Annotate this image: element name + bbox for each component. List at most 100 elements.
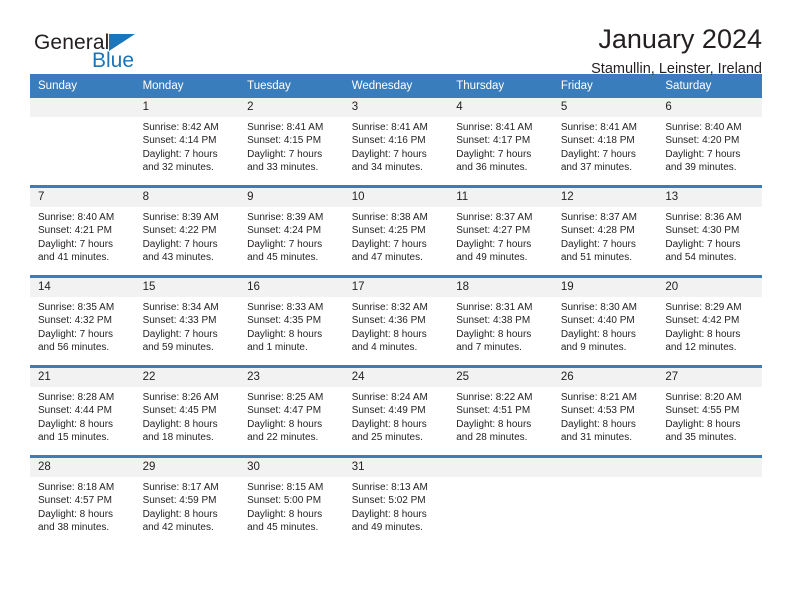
daylight-text: Daylight: 7 hours and 37 minutes. bbox=[560, 148, 636, 173]
brand-logo[interactable]: General Blue bbox=[30, 22, 205, 74]
day-sun-info: Sunrise: 8:26 AM Sunset: 4:45 PM Daylight:… bbox=[135, 387, 240, 450]
day-cell-inner: 26 Sunrise: 8:21 AM Sunset: 4:53 PM Dayligh… bbox=[552, 368, 658, 452]
weekday-header-wednesday: Wednesday bbox=[343, 74, 449, 98]
day-sun-info: Sunrise: 8:38 AM Sunset: 4:25 PM Daylight:… bbox=[344, 207, 449, 270]
day-number: 29 bbox=[134, 458, 240, 477]
day-sun-info: Sunrise: 8:13 AM Sunset: 5:02 PM Daylight:… bbox=[344, 477, 449, 540]
day-sun-info: Sunrise: 8:29 AM Sunset: 4:42 PM Daylight:… bbox=[657, 297, 762, 360]
calendar-day-cell[interactable]: 26 Sunrise: 8:21 AM Sunset: 4:53 PM Dayligh… bbox=[552, 368, 658, 452]
daylight-text: Daylight: 8 hours and 7 minutes. bbox=[456, 328, 532, 353]
calendar-day-cell[interactable]: 5 Sunrise: 8:41 AM Sunset: 4:18 PM Daylight… bbox=[552, 98, 658, 182]
day-cell-inner: 28 Sunrise: 8:18 AM Sunset: 4:57 PM Dayligh… bbox=[30, 458, 135, 542]
day-sun-info: Sunrise: 8:18 AM Sunset: 4:57 PM Daylight:… bbox=[30, 477, 135, 540]
sunset-text: Sunset: 4:18 PM bbox=[560, 135, 635, 147]
calendar-day-cell[interactable]: 27 Sunrise: 8:20 AM Sunset: 4:55 PM Dayligh… bbox=[657, 368, 762, 452]
daylight-text: Daylight: 7 hours and 36 minutes. bbox=[456, 148, 532, 173]
page-subtitle: Stamullin, Leinster, Ireland bbox=[591, 61, 762, 78]
daylight-text: Daylight: 8 hours and 12 minutes. bbox=[665, 328, 741, 353]
calendar-page: General Blue January 2024 Stamullin, Lei… bbox=[0, 0, 792, 612]
sunrise-text: Sunrise: 8:40 AM bbox=[665, 122, 742, 133]
sunrise-text: Sunrise: 8:29 AM bbox=[665, 302, 742, 313]
day-sun-info: Sunrise: 8:42 AM Sunset: 4:14 PM Daylight:… bbox=[135, 117, 240, 180]
sunrise-text: Sunrise: 8:26 AM bbox=[142, 392, 219, 403]
calendar-week-row: 28 Sunrise: 8:18 AM Sunset: 4:57 PM Dayligh… bbox=[30, 458, 762, 542]
calendar-day-cell[interactable]: 30 Sunrise: 8:15 AM Sunset: 5:00 PM Dayligh… bbox=[239, 458, 344, 542]
day-number: 4 bbox=[448, 98, 553, 117]
calendar-day-cell[interactable]: 20 Sunrise: 8:29 AM Sunset: 4:42 PM Dayligh… bbox=[657, 278, 762, 362]
day-sun-info: Sunrise: 8:37 AM Sunset: 4:27 PM Daylight:… bbox=[448, 207, 553, 270]
sunset-text: Sunset: 4:59 PM bbox=[142, 495, 217, 507]
sunrise-text: Sunrise: 8:42 AM bbox=[142, 122, 219, 133]
day-cell-inner: 23 Sunrise: 8:25 AM Sunset: 4:47 PM Dayligh… bbox=[239, 368, 344, 452]
sunrise-text: Sunrise: 8:31 AM bbox=[456, 302, 533, 313]
day-cell-inner: 20 Sunrise: 8:29 AM Sunset: 4:42 PM Dayligh… bbox=[657, 278, 762, 362]
calendar-day-cell[interactable]: 8 Sunrise: 8:39 AM Sunset: 4:22 PM Daylight… bbox=[134, 188, 240, 272]
calendar-day-cell[interactable]: 6 Sunrise: 8:40 AM Sunset: 4:20 PM Daylight… bbox=[657, 98, 762, 182]
calendar-day-cell[interactable]: 9 Sunrise: 8:39 AM Sunset: 4:24 PM Daylight… bbox=[239, 188, 344, 272]
day-cell-inner: 29 Sunrise: 8:17 AM Sunset: 4:59 PM Dayligh… bbox=[134, 458, 240, 542]
day-cell-inner: 15 Sunrise: 8:34 AM Sunset: 4:33 PM Dayligh… bbox=[134, 278, 240, 362]
day-number: 23 bbox=[239, 368, 344, 387]
sunrise-text: Sunrise: 8:32 AM bbox=[351, 302, 428, 313]
calendar-day-cell[interactable]: 3 Sunrise: 8:41 AM Sunset: 4:16 PM Daylight… bbox=[343, 98, 449, 182]
calendar-day-cell[interactable]: 2 Sunrise: 8:41 AM Sunset: 4:15 PM Daylight… bbox=[239, 98, 344, 182]
calendar-day-cell[interactable]: 22 Sunrise: 8:26 AM Sunset: 4:45 PM Dayligh… bbox=[134, 368, 240, 452]
calendar-day-cell[interactable]: 24 Sunrise: 8:24 AM Sunset: 4:49 PM Dayligh… bbox=[343, 368, 449, 452]
daylight-text: Daylight: 7 hours and 34 minutes. bbox=[351, 148, 427, 173]
day-sun-info bbox=[657, 477, 762, 487]
day-sun-info: Sunrise: 8:33 AM Sunset: 4:35 PM Daylight:… bbox=[239, 297, 344, 360]
sunrise-text: Sunrise: 8:41 AM bbox=[247, 122, 324, 133]
day-number bbox=[552, 458, 658, 477]
day-number: 22 bbox=[134, 368, 240, 387]
calendar-day-cell[interactable]: 4 Sunrise: 8:41 AM Sunset: 4:17 PM Daylight… bbox=[448, 98, 553, 182]
sunset-text: Sunset: 4:57 PM bbox=[38, 495, 112, 507]
sunrise-text: Sunrise: 8:25 AM bbox=[247, 392, 324, 403]
day-number: 5 bbox=[552, 98, 658, 117]
calendar-day-cell[interactable]: 12 Sunrise: 8:37 AM Sunset: 4:28 PM Dayligh… bbox=[552, 188, 658, 272]
daylight-text: Daylight: 8 hours and 35 minutes. bbox=[665, 418, 741, 443]
day-number: 7 bbox=[30, 188, 135, 207]
day-sun-info: Sunrise: 8:40 AM Sunset: 4:21 PM Daylight:… bbox=[30, 207, 135, 270]
day-cell-inner: 6 Sunrise: 8:40 AM Sunset: 4:20 PM Daylight… bbox=[657, 98, 762, 182]
day-cell-inner: 1 Sunrise: 8:42 AM Sunset: 4:14 PM Daylight… bbox=[134, 98, 240, 182]
calendar-day-cell[interactable]: 29 Sunrise: 8:17 AM Sunset: 4:59 PM Dayligh… bbox=[134, 458, 240, 542]
sunset-text: Sunset: 4:51 PM bbox=[456, 405, 531, 417]
sunrise-text: Sunrise: 8:33 AM bbox=[247, 302, 324, 313]
calendar-day-cell[interactable]: 16 Sunrise: 8:33 AM Sunset: 4:35 PM Dayligh… bbox=[239, 278, 344, 362]
day-sun-info: Sunrise: 8:36 AM Sunset: 4:30 PM Daylight:… bbox=[657, 207, 762, 270]
calendar-day-cell[interactable]: 28 Sunrise: 8:18 AM Sunset: 4:57 PM Dayligh… bbox=[30, 458, 135, 542]
daylight-text: Daylight: 7 hours and 49 minutes. bbox=[456, 238, 532, 263]
day-cell-inner: 22 Sunrise: 8:26 AM Sunset: 4:45 PM Dayligh… bbox=[134, 368, 240, 452]
calendar-day-cell[interactable]: 14 Sunrise: 8:35 AM Sunset: 4:32 PM Dayligh… bbox=[30, 278, 135, 362]
sunset-text: Sunset: 4:45 PM bbox=[142, 405, 217, 417]
calendar-week-row: 14 Sunrise: 8:35 AM Sunset: 4:32 PM Dayligh… bbox=[30, 278, 762, 362]
day-sun-info bbox=[30, 117, 135, 127]
calendar-day-cell[interactable]: 17 Sunrise: 8:32 AM Sunset: 4:36 PM Dayligh… bbox=[343, 278, 449, 362]
calendar-day-cell[interactable]: 18 Sunrise: 8:31 AM Sunset: 4:38 PM Dayligh… bbox=[448, 278, 553, 362]
calendar-day-cell[interactable]: 11 Sunrise: 8:37 AM Sunset: 4:27 PM Dayligh… bbox=[448, 188, 553, 272]
calendar-day-cell[interactable]: 25 Sunrise: 8:22 AM Sunset: 4:51 PM Dayligh… bbox=[448, 368, 553, 452]
sunset-text: Sunset: 4:53 PM bbox=[560, 405, 635, 417]
calendar-day-cell[interactable]: 15 Sunrise: 8:34 AM Sunset: 4:33 PM Dayligh… bbox=[134, 278, 240, 362]
daylight-text: Daylight: 8 hours and 31 minutes. bbox=[560, 418, 636, 443]
daylight-text: Daylight: 8 hours and 22 minutes. bbox=[247, 418, 323, 443]
calendar-day-cell[interactable]: 19 Sunrise: 8:30 AM Sunset: 4:40 PM Dayligh… bbox=[552, 278, 658, 362]
calendar-day-cell[interactable]: 13 Sunrise: 8:36 AM Sunset: 4:30 PM Dayligh… bbox=[657, 188, 762, 272]
calendar-day-cell[interactable]: 31 Sunrise: 8:13 AM Sunset: 5:02 PM Dayligh… bbox=[343, 458, 449, 542]
sunrise-text: Sunrise: 8:22 AM bbox=[456, 392, 533, 403]
calendar-day-cell[interactable]: 23 Sunrise: 8:25 AM Sunset: 4:47 PM Dayligh… bbox=[239, 368, 344, 452]
day-sun-info: Sunrise: 8:15 AM Sunset: 5:00 PM Daylight:… bbox=[239, 477, 344, 540]
day-cell-inner: 9 Sunrise: 8:39 AM Sunset: 4:24 PM Daylight… bbox=[239, 188, 344, 272]
sunset-text: Sunset: 4:21 PM bbox=[38, 225, 112, 237]
calendar-day-cell[interactable]: 10 Sunrise: 8:38 AM Sunset: 4:25 PM Dayligh… bbox=[343, 188, 449, 272]
day-number: 14 bbox=[30, 278, 135, 297]
day-sun-info: Sunrise: 8:31 AM Sunset: 4:38 PM Daylight:… bbox=[448, 297, 553, 360]
daylight-text: Daylight: 8 hours and 4 minutes. bbox=[351, 328, 427, 353]
day-sun-info: Sunrise: 8:25 AM Sunset: 4:47 PM Daylight:… bbox=[239, 387, 344, 450]
daylight-text: Daylight: 7 hours and 47 minutes. bbox=[351, 238, 427, 263]
calendar-day-cell[interactable]: 1 Sunrise: 8:42 AM Sunset: 4:14 PM Daylight… bbox=[134, 98, 240, 182]
calendar-day-cell[interactable]: 7 Sunrise: 8:40 AM Sunset: 4:21 PM Daylight… bbox=[30, 188, 135, 272]
weekday-header-row: Sunday Monday Tuesday Wednesday Thursday… bbox=[30, 74, 762, 98]
calendar-day-cell[interactable]: 21 Sunrise: 8:28 AM Sunset: 4:44 PM Dayligh… bbox=[30, 368, 135, 452]
sunrise-text: Sunrise: 8:40 AM bbox=[38, 212, 115, 223]
